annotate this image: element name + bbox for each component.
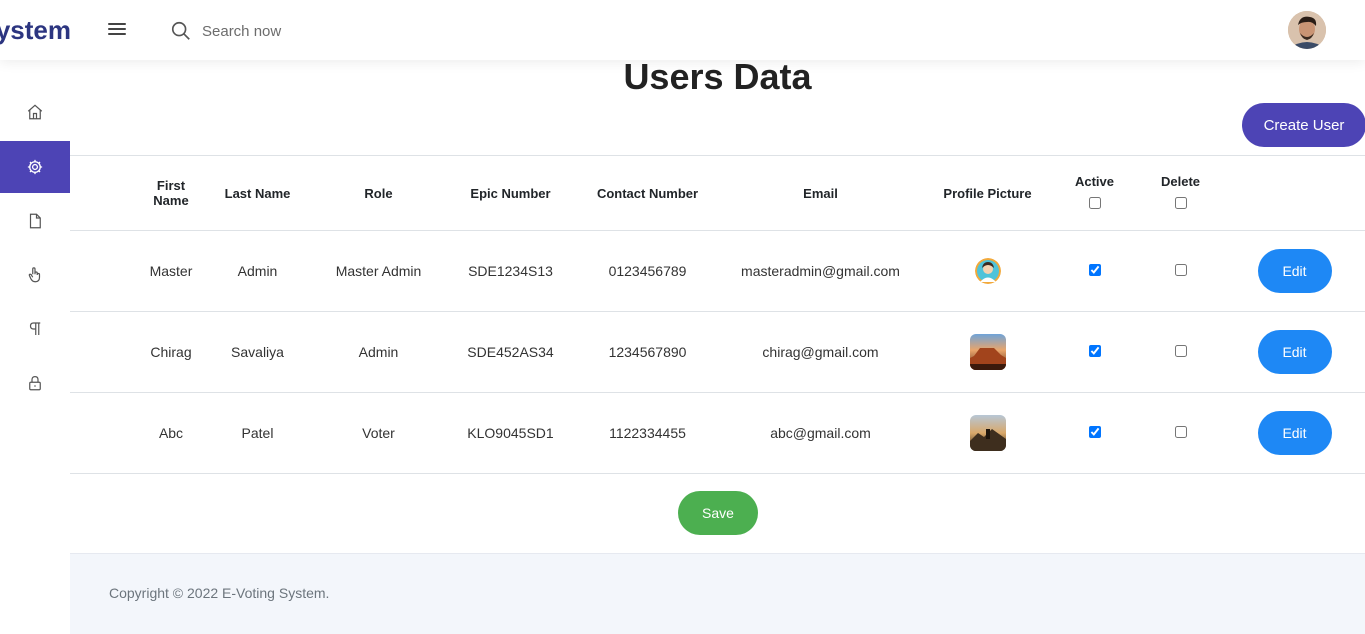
users-table: First Name Last Name Role Epic Number Co… — [70, 155, 1365, 474]
cell-role: Master Admin — [335, 263, 422, 279]
cell-active — [1052, 312, 1137, 393]
cell-delete — [1137, 231, 1224, 312]
menu-toggle-icon[interactable] — [108, 20, 128, 38]
profile-picture — [974, 258, 1001, 284]
search-bar — [170, 18, 402, 44]
table-header-row: First Name Last Name Role Epic Number Co… — [70, 155, 1365, 231]
edit-button[interactable]: Edit — [1257, 249, 1332, 293]
cell-actions: Edit — [1224, 231, 1365, 312]
user-avatar[interactable] — [1288, 11, 1326, 49]
top-header: E-Voting System — [0, 0, 1365, 60]
copyright-text: Copyright © 2022 E-Voting System. — [109, 585, 330, 601]
edit-button[interactable]: Edit — [1257, 411, 1332, 455]
delete-checkbox[interactable] — [1174, 426, 1187, 438]
file-icon — [29, 213, 41, 229]
cell-epic-number: KLO9045SD1 — [467, 425, 554, 441]
cell-last-name: Admin — [237, 263, 278, 279]
column-header-last-name: Last Name — [224, 185, 291, 201]
main-content: Users Data Create User First Name Last N… — [70, 56, 1365, 634]
cell-contact-number: 1234567890 — [608, 344, 687, 360]
cell-delete — [1137, 393, 1224, 474]
cell-last-name: Savaliya — [231, 344, 284, 360]
table-row: Chirag Savaliya Admin SDE452AS34 1234567… — [70, 312, 1365, 393]
edit-button[interactable]: Edit — [1257, 330, 1332, 374]
sidebar-item-settings[interactable] — [0, 141, 70, 193]
cell-delete — [1137, 312, 1224, 393]
delete-checkbox[interactable] — [1174, 264, 1187, 276]
gear-icon — [27, 159, 43, 175]
column-header-epic-number: Epic Number — [470, 185, 551, 201]
hand-icon — [28, 267, 41, 283]
search-input[interactable] — [202, 22, 402, 40]
column-header-active: Active — [1052, 156, 1137, 231]
search-icon[interactable] — [170, 20, 192, 42]
delete-label: Delete — [1160, 174, 1201, 189]
cell-profile-picture — [923, 231, 1052, 312]
brand-logo[interactable]: E-Voting System — [0, 12, 70, 48]
column-header-first-name: First Name — [153, 178, 189, 208]
profile-picture — [969, 415, 1006, 451]
cell-active — [1052, 231, 1137, 312]
cell-profile-picture — [923, 393, 1052, 474]
cell-role: Admin — [358, 344, 399, 360]
column-header-actions — [1224, 156, 1365, 231]
select-all-delete-checkbox[interactable] — [1174, 197, 1187, 209]
table-row: Abc Patel Voter KLO9045SD1 1122334455 ab… — [70, 393, 1365, 474]
column-header-profile-picture: Profile Picture — [943, 185, 1032, 201]
profile-picture — [969, 334, 1006, 370]
active-label: Active — [1074, 174, 1115, 189]
cell-first-name: Master — [149, 263, 193, 279]
sidebar-item-security[interactable] — [0, 357, 70, 409]
cell-epic-number: SDE1234S13 — [468, 263, 553, 279]
cell-first-name: Chirag — [150, 344, 192, 360]
home-icon — [27, 104, 43, 120]
column-header-email: Email — [803, 185, 838, 201]
column-header-role: Role — [364, 185, 393, 201]
sidebar-item-paragraph[interactable] — [0, 303, 70, 355]
active-checkbox[interactable] — [1088, 264, 1101, 276]
cell-first-name: Abc — [158, 425, 184, 441]
sidebar-item-documents[interactable] — [0, 195, 70, 247]
sidebar — [0, 60, 70, 634]
cell-last-name: Patel — [241, 425, 274, 441]
cell-role: Voter — [362, 425, 395, 441]
column-spacer — [70, 156, 140, 231]
lock-icon — [29, 376, 41, 391]
brand-title[interactable]: E-Voting System — [0, 12, 70, 48]
column-header-delete: Delete — [1137, 156, 1224, 231]
paragraph-icon — [29, 322, 41, 335]
cell-email: masteradmin@gmail.com — [741, 263, 900, 279]
cell-actions: Edit — [1224, 312, 1365, 393]
column-header-contact-number: Contact Number — [596, 185, 699, 201]
cell-email: chirag@gmail.com — [762, 344, 879, 360]
active-checkbox[interactable] — [1088, 345, 1101, 357]
cell-contact-number: 0123456789 — [608, 263, 687, 279]
select-all-active-checkbox[interactable] — [1088, 197, 1101, 209]
cell-active — [1052, 393, 1137, 474]
table-row: Master Admin Master Admin SDE1234S13 012… — [70, 231, 1365, 312]
footer: Copyright © 2022 E-Voting System. — [70, 553, 1365, 634]
create-user-button[interactable]: Create User — [1242, 103, 1365, 147]
cell-epic-number: SDE452AS34 — [467, 344, 554, 360]
delete-checkbox[interactable] — [1174, 345, 1187, 357]
cell-actions: Edit — [1224, 393, 1365, 474]
cell-email: abc@gmail.com — [770, 425, 871, 441]
active-checkbox[interactable] — [1088, 426, 1101, 438]
cell-profile-picture — [923, 312, 1052, 393]
sidebar-item-vote[interactable] — [0, 249, 70, 301]
save-button[interactable]: Save — [678, 491, 758, 535]
sidebar-item-home[interactable] — [0, 86, 70, 138]
page-title: Users Data — [623, 56, 812, 97]
cell-contact-number: 1122334455 — [609, 425, 686, 441]
